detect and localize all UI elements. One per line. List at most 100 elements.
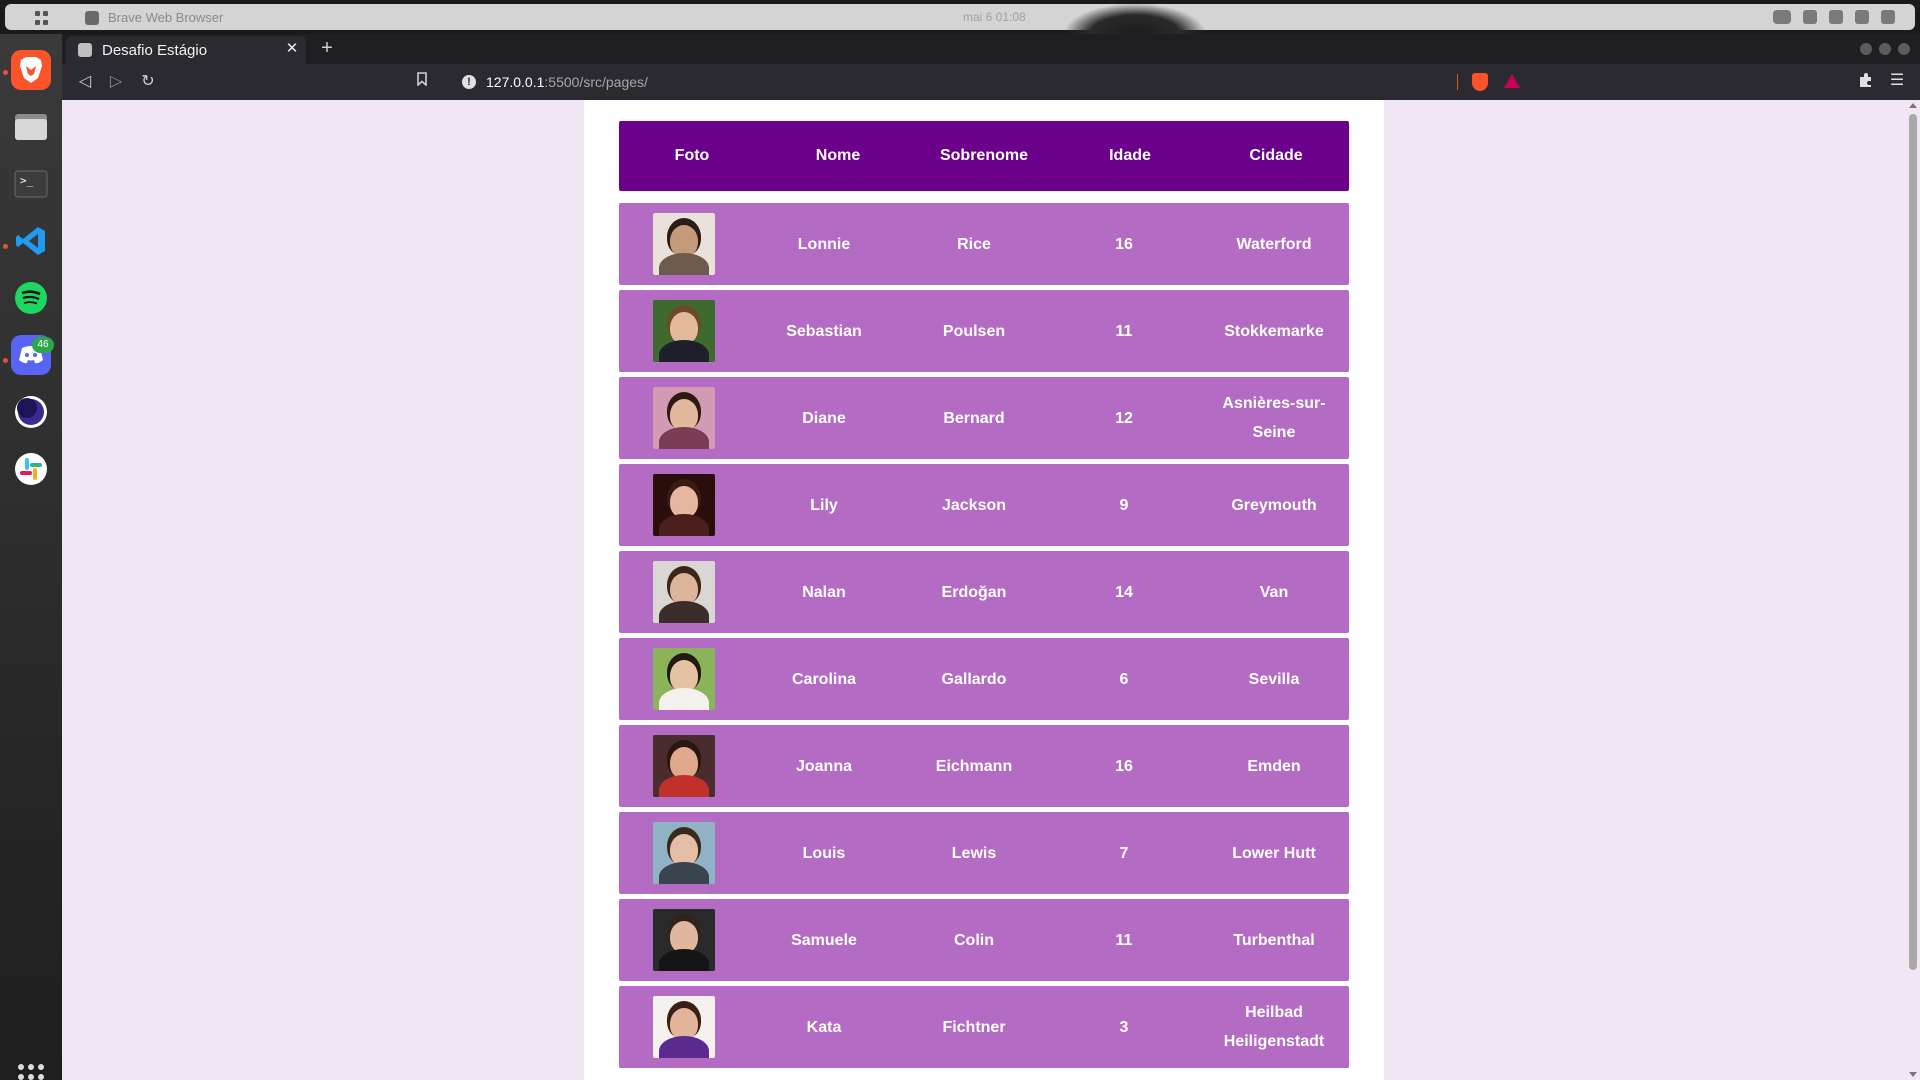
terminal-icon[interactable]: >_ <box>11 164 51 204</box>
scroll-down-arrow-icon[interactable] <box>1909 1072 1917 1077</box>
first-name-cell: Samuele <box>791 931 857 949</box>
header-sobrenome: Sobrenome <box>939 147 1028 164</box>
avatar <box>653 648 715 710</box>
bookmark-icon[interactable] <box>412 72 432 92</box>
avatar <box>653 387 715 449</box>
vscode-icon[interactable] <box>11 221 51 261</box>
first-name-cell: Sebastian <box>786 322 862 340</box>
system-top-bar-panel: Brave Web Browser mai 6 01:08 <box>5 4 1915 34</box>
last-name-cell: Bernard <box>943 409 1005 427</box>
reload-icon[interactable]: ↻ <box>138 72 158 92</box>
avatar <box>653 561 715 623</box>
avatar-shoulders <box>659 775 709 797</box>
city-cell: Asnières-sur-Seine <box>1222 395 1326 441</box>
spotify-icon[interactable] <box>11 278 51 318</box>
new-tab-button[interactable]: + <box>317 38 337 58</box>
wallpaper-figure <box>1065 4 1205 34</box>
avatar-shoulders <box>659 862 709 884</box>
moon-icon <box>15 396 47 428</box>
city-cell: Stokkemarke <box>1224 322 1324 340</box>
discord-tray-icon[interactable] <box>1773 10 1791 24</box>
brave-lion-icon <box>20 57 42 83</box>
table-row: Carolina Gallardo 6 Sevilla <box>619 638 1349 720</box>
last-name-cell: Jackson <box>941 496 1007 514</box>
address-bar[interactable]: ! 127.0.0.1 :5500/src/pages/ <box>462 68 1582 96</box>
hamburger-menu-icon[interactable]: ☰ <box>1888 72 1906 90</box>
age-cell: 3 <box>1119 1018 1129 1036</box>
network-icon[interactable] <box>1803 10 1817 24</box>
header-idade: Idade <box>1109 147 1151 164</box>
scroll-up-arrow-icon[interactable] <box>1909 103 1917 108</box>
system-tray[interactable] <box>1773 10 1895 24</box>
discord-notification-badge: 46 <box>32 337 54 353</box>
page-scrollbar[interactable] <box>1906 100 1920 1080</box>
brave-rewards-icon[interactable] <box>1504 74 1520 88</box>
toolbar-divider <box>1457 74 1458 90</box>
microphone-icon[interactable] <box>1855 10 1869 24</box>
avatar <box>653 300 715 362</box>
photo-cell <box>619 300 749 362</box>
activities-grid-icon[interactable] <box>35 11 51 25</box>
brave-shields-icon[interactable] <box>1472 73 1488 91</box>
age-cell: 11 <box>1115 322 1133 340</box>
first-name-cell: Joanna <box>795 757 852 775</box>
city-cell: Emden <box>1247 757 1301 775</box>
close-window-button[interactable] <box>1898 43 1910 55</box>
bookmark-shape <box>417 72 427 87</box>
power-icon[interactable] <box>1881 10 1895 24</box>
age-cell: 16 <box>1115 757 1133 775</box>
avatar-shoulders <box>659 688 709 710</box>
table-row: Diane Bernard 12 Asnières-sur-Seine <box>619 377 1349 459</box>
header-foto: Foto <box>674 147 710 164</box>
city-cell: Van <box>1259 583 1289 601</box>
city-cell: Heilbad Heiligenstadt <box>1223 1004 1325 1050</box>
site-info-icon[interactable]: ! <box>462 75 476 89</box>
extensions-icon[interactable] <box>1857 72 1875 90</box>
avatar-shoulders <box>659 253 709 275</box>
tab-desafio-estagio[interactable]: Desafio Estágio ✕ <box>66 36 306 64</box>
brave-browser-icon[interactable] <box>11 50 51 90</box>
city-cell: Greymouth <box>1231 496 1317 514</box>
avatar-shoulders <box>659 427 709 449</box>
age-cell: 12 <box>1115 409 1133 427</box>
table-header: Foto Nome Sobrenome Idade Cidade <box>619 121 1349 191</box>
avatar <box>653 213 715 275</box>
avatar <box>653 822 715 884</box>
maximize-button[interactable] <box>1879 43 1891 55</box>
scrollbar-thumb[interactable] <box>1909 114 1917 970</box>
minimize-button[interactable] <box>1860 43 1872 55</box>
avatar <box>653 909 715 971</box>
svg-text:>_: >_ <box>20 174 34 187</box>
slack-icon[interactable] <box>11 449 51 489</box>
show-applications-icon[interactable] <box>18 1064 44 1080</box>
city-cell: Turbenthal <box>1233 931 1315 949</box>
eclipse-app-icon[interactable] <box>11 392 51 432</box>
avatar <box>653 735 715 797</box>
url-path: :5500/src/pages/ <box>544 74 648 90</box>
age-cell: 14 <box>1115 583 1133 601</box>
forward-icon[interactable]: ▷ <box>106 72 126 92</box>
system-top-bar: Brave Web Browser mai 6 01:08 <box>0 0 1920 34</box>
table-row: Lonnie Rice 16 Waterford <box>619 203 1349 285</box>
page-content: Foto Nome Sobrenome Idade Cidade Lonnie R… <box>584 100 1384 1080</box>
volume-icon[interactable] <box>1829 10 1843 24</box>
active-app-title[interactable]: Brave Web Browser <box>108 10 223 25</box>
browser-toolbar: ◁ ▷ ↻ ! 127.0.0.1 :5500/src/pages/ ☰ <box>62 64 1920 100</box>
files-icon[interactable] <box>11 107 51 147</box>
table-row: Samuele Colin 11 Turbenthal <box>619 899 1349 981</box>
spotify-logo-icon <box>15 282 47 314</box>
avatar <box>653 996 715 1058</box>
first-name-cell: Louis <box>802 844 846 862</box>
photo-cell <box>619 648 749 710</box>
city-cell: Lower Hutt <box>1232 844 1316 862</box>
folder-icon <box>15 114 47 140</box>
last-name-cell: Colin <box>954 931 994 949</box>
back-icon[interactable]: ◁ <box>75 72 95 92</box>
tab-close-icon[interactable]: ✕ <box>284 41 300 57</box>
brave-app-icon <box>85 11 99 25</box>
system-clock[interactable]: mai 6 01:08 <box>963 10 1026 24</box>
age-cell: 7 <box>1119 844 1129 862</box>
photo-cell <box>619 213 749 275</box>
photo-cell <box>619 822 749 884</box>
table-body: Lonnie Rice 16 Waterford Sebastian Poulsen 11 S… <box>619 203 1349 1073</box>
